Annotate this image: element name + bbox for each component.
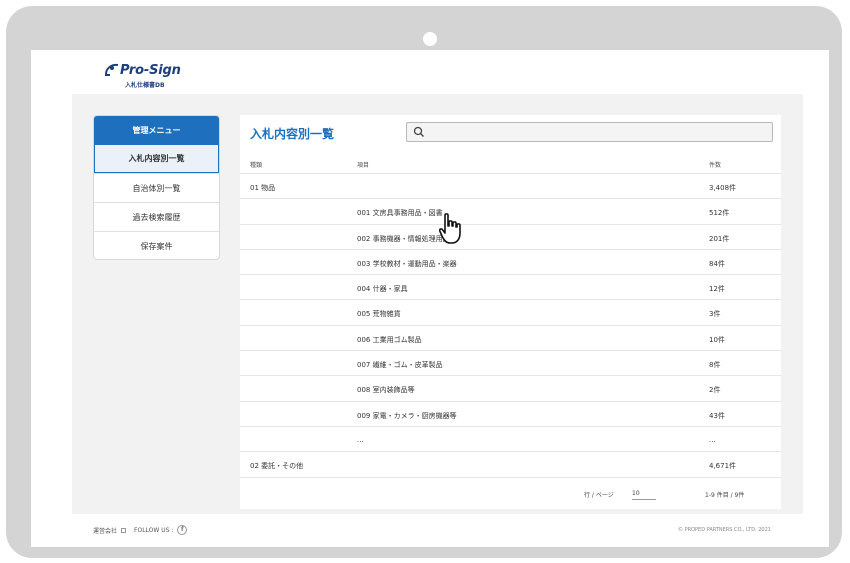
- table-row[interactable]: 01 物品 3,408件: [240, 174, 781, 200]
- brand-logo[interactable]: Pro-Sign 入札仕様書DB: [103, 62, 203, 90]
- table-row[interactable]: 008 室内装飾品等 2件: [240, 376, 781, 402]
- row-type: 02 委託・その他: [250, 462, 304, 471]
- row-count: 3件: [709, 310, 721, 319]
- row-count: 4,671件: [709, 462, 737, 471]
- camera-dot: [423, 32, 437, 46]
- external-link-icon: [121, 527, 127, 533]
- search-input[interactable]: [429, 125, 764, 140]
- page-title: 入札内容別一覧: [250, 127, 335, 141]
- row-item[interactable]: 001 文房具事務用品・図書: [357, 208, 443, 218]
- table-row[interactable]: 003 学校教材・運動用品・楽器 84件: [240, 250, 781, 276]
- brand-name: Pro-Sign: [120, 63, 181, 78]
- page-range: 1-9 件目 / 9件: [705, 492, 745, 499]
- search-icon: [413, 126, 424, 137]
- search-box[interactable]: [406, 122, 773, 142]
- row-item[interactable]: 008 室内装飾品等: [357, 385, 415, 395]
- row-count: 201件: [709, 234, 730, 243]
- row-count: 84件: [709, 259, 725, 268]
- row-count: 10件: [709, 335, 725, 344]
- table-row[interactable]: 009 家電・カメラ・厨房機器等 43件: [240, 402, 781, 427]
- table-row: ... ...: [240, 427, 781, 453]
- sidebar-item-bid-content-list[interactable]: 入札内容別一覧: [94, 144, 219, 173]
- row-item[interactable]: 009 家電・カメラ・厨房機器等: [357, 411, 457, 421]
- hand-pointer-icon: [439, 213, 461, 244]
- sidebar-item-search-history[interactable]: 過去検索履歴: [94, 202, 219, 231]
- row-type: 01 物品: [250, 184, 276, 192]
- row-item-ellipsis: ...: [357, 435, 364, 444]
- row-count: 43件: [709, 411, 725, 420]
- column-item: 項目: [357, 162, 370, 169]
- row-item[interactable]: 005 荒物雑貨: [357, 309, 401, 319]
- facebook-icon[interactable]: f: [177, 525, 188, 535]
- sidebar-item-saved-cases[interactable]: 保存案件: [94, 231, 219, 259]
- main-panel: 入札内容別一覧 種類 項目 件数 01 物品 3,408件 001 文房具事務用…: [240, 115, 781, 509]
- table-row[interactable]: 02 委託・その他 4,671件: [240, 452, 781, 478]
- pagination: 行 / ページ 10 1-9 件目 / 9件: [240, 484, 781, 504]
- table-row[interactable]: 005 荒物雑貨 3件: [240, 300, 781, 326]
- row-item[interactable]: 007 繊維・ゴム・皮革製品: [357, 360, 443, 370]
- row-count: 12件: [709, 285, 725, 294]
- column-type: 種類: [250, 162, 263, 169]
- table-row[interactable]: 004 什器・家具 12件: [240, 275, 781, 301]
- follow-label: FOLLOW US :: [134, 526, 174, 534]
- table-row[interactable]: 002 事務機器・情報処理用品 201件: [240, 225, 781, 250]
- column-count: 件数: [709, 162, 722, 169]
- rows-per-page-select[interactable]: 10: [632, 486, 656, 500]
- row-item[interactable]: 003 学校教材・運動用品・楽器: [357, 259, 457, 269]
- admin-menu: 管理メニュー 入札内容別一覧 自治体別一覧 過去検索履歴 保存案件: [93, 115, 220, 260]
- row-count: 2件: [709, 386, 721, 395]
- tablet-frame: Pro-Sign 入札仕様書DB 管理メニュー 入札内容別一覧 自治体別一覧 過…: [6, 6, 842, 558]
- row-count: 3,408件: [709, 184, 737, 192]
- sidebar-item-municipality-list[interactable]: 自治体別一覧: [94, 173, 219, 202]
- category-table: 01 物品 3,408件 001 文房具事務用品・図書 512件 002 事務機…: [240, 174, 781, 478]
- row-item[interactable]: 006 工業用ゴム製品: [357, 335, 422, 345]
- row-item[interactable]: 002 事務機器・情報処理用品: [357, 234, 450, 244]
- copyright: © PROPED PARTNERS CO., LTD. 2021: [678, 527, 771, 533]
- row-count: 8件: [709, 361, 721, 370]
- company-link[interactable]: 運営会社: [93, 526, 117, 535]
- footer-left: 運営会社 FOLLOW US : f: [93, 525, 188, 535]
- row-count-ellipsis: ...: [709, 435, 716, 444]
- table-row[interactable]: 007 繊維・ゴム・皮革製品 8件: [240, 351, 781, 377]
- admin-menu-header: 管理メニュー: [94, 116, 219, 144]
- row-item[interactable]: 004 什器・家具: [357, 284, 408, 294]
- screen: Pro-Sign 入札仕様書DB 管理メニュー 入札内容別一覧 自治体別一覧 過…: [31, 50, 829, 547]
- brand-subtitle: 入札仕様書DB: [125, 82, 165, 89]
- rows-per-page-label: 行 / ページ: [584, 492, 614, 499]
- table-header: 種類 項目 件数: [240, 154, 781, 174]
- row-count: 512件: [709, 209, 730, 218]
- table-row[interactable]: 006 工業用ゴム製品 10件: [240, 326, 781, 352]
- table-row[interactable]: 001 文房具事務用品・図書 512件: [240, 199, 781, 225]
